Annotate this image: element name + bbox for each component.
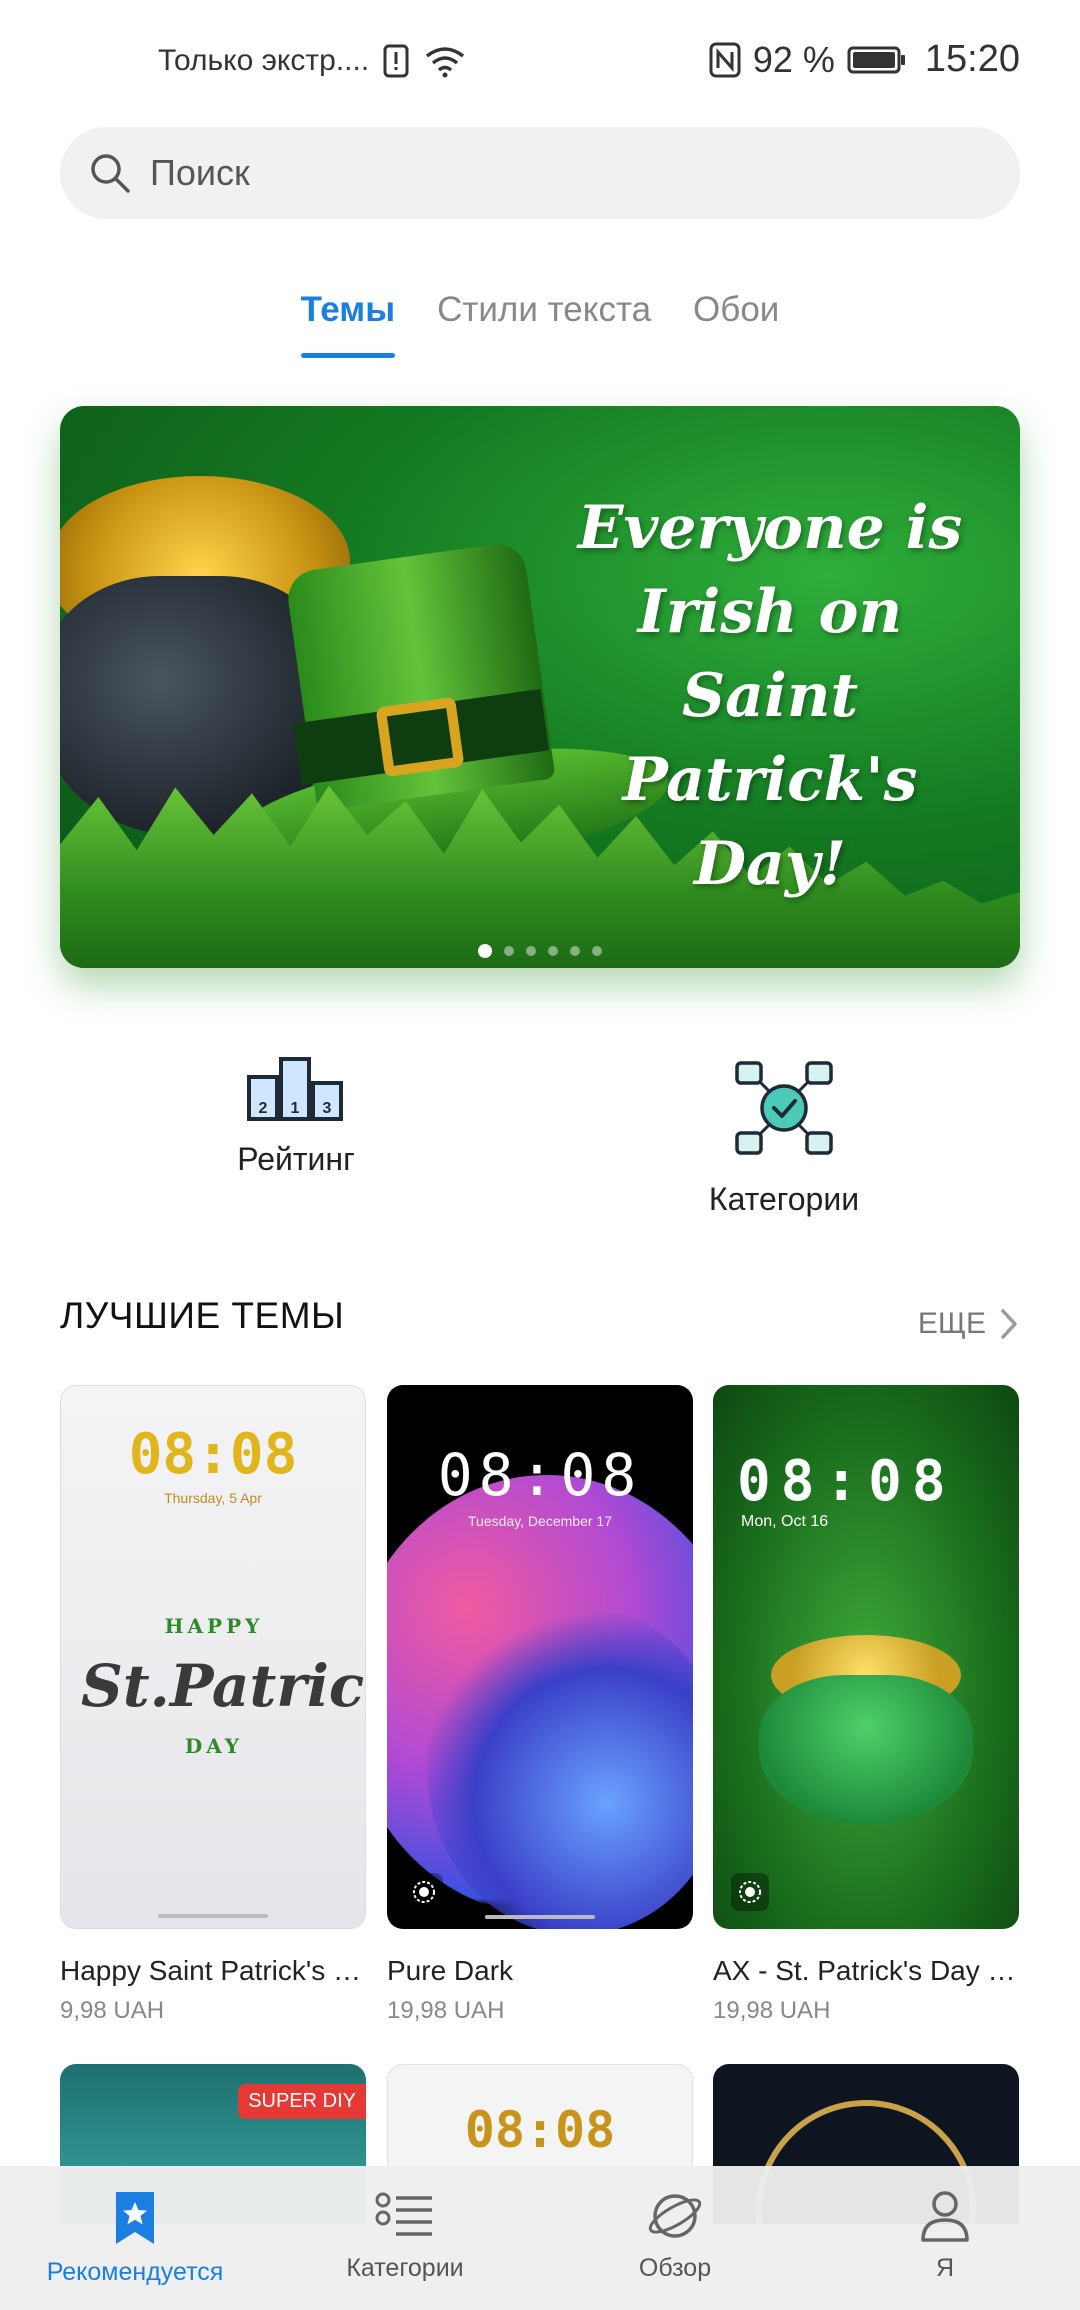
battery-percent: 92 % bbox=[752, 38, 835, 80]
planet-icon bbox=[648, 2194, 702, 2238]
battery-icon bbox=[847, 46, 905, 73]
theme-name: Happy Saint Patrick's D... bbox=[60, 1955, 366, 1986]
star-bookmark-icon bbox=[116, 2192, 154, 2244]
nav-label: Я bbox=[935, 2254, 955, 2282]
banner-dot bbox=[526, 946, 536, 956]
categories-shortcut[interactable]: Категории bbox=[674, 1053, 894, 1218]
preview-time: 08:08 bbox=[128, 1422, 298, 1487]
theme-card[interactable]: 08:08 Thursday, 5 Apr HAPPY St.Patrick's… bbox=[60, 1385, 366, 2025]
alert-sim-icon bbox=[383, 44, 409, 78]
status-right: 92 % 15:20 bbox=[709, 38, 1020, 81]
carrier-label: Только экстр.... bbox=[158, 44, 370, 77]
status-left: Только экстр.... bbox=[158, 44, 467, 78]
section-title: ЛУЧШИЕ ТЕМЫ bbox=[60, 1295, 345, 1336]
person-icon bbox=[921, 2191, 969, 2242]
theme-price: 19,98 UAH bbox=[713, 1997, 831, 2024]
preview-time: 08:08 bbox=[464, 2101, 616, 2159]
svg-text:2: 2 bbox=[259, 1100, 268, 1117]
nav-explore[interactable]: Обзор bbox=[540, 2166, 810, 2310]
theme-card[interactable]: 08:08 Tuesday, December 17 Pure Dark 19,… bbox=[387, 1385, 693, 2025]
rating-shortcut[interactable]: 2 1 3 Рейтинг bbox=[186, 1053, 406, 1178]
podium-icon: 2 1 3 bbox=[247, 1057, 343, 1121]
preview-pot bbox=[759, 1675, 973, 1825]
nav-recommended[interactable]: Рекомендуется bbox=[0, 2166, 270, 2310]
preview-art-main: St.Patrick's bbox=[81, 1652, 365, 1720]
tab-themes[interactable]: Темы bbox=[300, 290, 396, 358]
more-button[interactable]: ЕЩЕ bbox=[918, 1307, 1018, 1341]
banner-dot bbox=[570, 946, 580, 956]
banner-dot-active bbox=[478, 944, 492, 958]
nav-label: Обзор bbox=[638, 2254, 712, 2282]
preview-date: Mon, Oct 16 bbox=[741, 1513, 829, 1530]
hat-buckle-illustration bbox=[375, 696, 465, 778]
nav-categories[interactable]: Категории bbox=[270, 2166, 540, 2310]
lock-ring-icon bbox=[405, 1873, 443, 1911]
banner-headline: Everyone is Irish on Saint Patrick's Day… bbox=[577, 493, 963, 899]
theme-card[interactable]: 08:08 Mon, Oct 16 AX - St. Patrick's Day… bbox=[713, 1385, 1019, 2025]
lock-ring-icon bbox=[731, 1873, 769, 1911]
theme-preview: 08:08 Thursday, 5 Apr HAPPY St.Patrick's… bbox=[60, 1385, 366, 1929]
preview-handle bbox=[485, 1915, 595, 1919]
tab-wallpapers[interactable]: Обои bbox=[693, 290, 779, 356]
banner-pagination bbox=[60, 944, 1020, 958]
svg-text:3: 3 bbox=[323, 1100, 332, 1117]
wifi-icon bbox=[426, 47, 465, 78]
categories-icon bbox=[735, 1061, 833, 1155]
search-icon bbox=[91, 154, 130, 193]
preview-time: 08:08 bbox=[437, 1441, 643, 1509]
theme-preview: 08:08 Mon, Oct 16 bbox=[713, 1385, 1019, 1929]
preview-artwork: HAPPY St.Patrick's DAY bbox=[81, 1596, 365, 1776]
banner-dot bbox=[504, 946, 514, 956]
theme-price: 19,98 UAH bbox=[387, 1997, 505, 2024]
preview-handle bbox=[158, 1914, 268, 1918]
preview-date: Tuesday, December 17 bbox=[468, 1513, 612, 1529]
super-diy-badge: SUPER DIY bbox=[238, 2084, 366, 2119]
rating-label: Рейтинг bbox=[237, 1141, 355, 1177]
search-input[interactable]: Поиск bbox=[60, 127, 1020, 219]
nav-label: Рекомендуется bbox=[46, 2258, 224, 2286]
preview-time: 08:08 bbox=[737, 1449, 956, 1514]
theme-preview: 08:08 Tuesday, December 17 bbox=[387, 1385, 693, 1929]
preview-art-bottom: DAY bbox=[184, 1734, 244, 1758]
theme-price: 9,98 UAH bbox=[60, 1997, 165, 2024]
nav-me[interactable]: Я bbox=[810, 2166, 1080, 2310]
theme-name: AX - St. Patrick's Day -... bbox=[713, 1955, 1019, 1986]
chevron-right-icon bbox=[1001, 1309, 1017, 1339]
preview-art-top: HAPPY bbox=[164, 1614, 264, 1638]
categories-label: Категории bbox=[708, 1181, 860, 1217]
nfc-icon bbox=[709, 42, 741, 77]
status-time: 15:20 bbox=[924, 38, 1020, 80]
banner-dot bbox=[592, 946, 602, 956]
more-label: ЕЩЕ bbox=[917, 1307, 986, 1340]
theme-name: Pure Dark bbox=[387, 1955, 514, 1986]
promo-banner[interactable]: Everyone is Irish on Saint Patrick's Day… bbox=[60, 406, 1020, 968]
bottom-nav: Рекомендуется Категории Обзор Я bbox=[0, 2166, 1080, 2310]
list-icon bbox=[375, 2192, 432, 2236]
banner-dot bbox=[548, 946, 558, 956]
search-placeholder: Поиск bbox=[150, 152, 250, 193]
tab-bar: Темы Стили текста Обои bbox=[0, 290, 1080, 358]
tab-text-styles[interactable]: Стили текста bbox=[437, 290, 651, 356]
svg-text:1: 1 bbox=[291, 1100, 300, 1117]
status-bar: Только экстр.... 92 % 15:20 bbox=[0, 0, 1080, 124]
nav-label: Категории bbox=[346, 2254, 464, 2282]
preview-date: Thursday, 5 Apr bbox=[164, 1490, 262, 1506]
